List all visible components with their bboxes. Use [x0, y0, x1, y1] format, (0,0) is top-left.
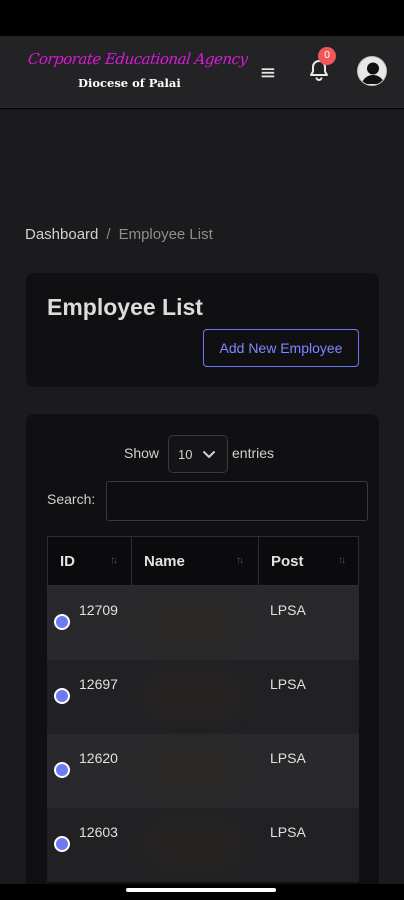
cell-name-redacted [143, 596, 243, 648]
status-bar [0, 0, 404, 36]
cell-id: 12709 [79, 602, 118, 618]
cell-post: LPSA [270, 824, 306, 840]
home-gesture-bar[interactable] [126, 888, 276, 892]
employee-table-card: Show 10 entries Search: ID ↑↓ Name ↑↓ Po… [26, 414, 379, 884]
add-new-employee-button[interactable]: Add New Employee [203, 329, 359, 367]
agency-logo[interactable]: Corporate Educational Agency Diocese of … [27, 48, 248, 94]
logo-title: Corporate Educational Agency [27, 50, 249, 68]
expand-row-icon[interactable] [54, 762, 70, 778]
sort-icon: ↑↓ [338, 555, 346, 566]
search-label: Search: [47, 491, 96, 507]
column-header-post[interactable]: Post ↑↓ [259, 537, 358, 585]
cell-post: LPSA [270, 676, 306, 692]
table-row[interactable]: 12603 LPSA [47, 808, 359, 882]
table-row[interactable]: 12620 LPSA [47, 734, 359, 808]
expand-row-icon[interactable] [54, 614, 70, 630]
table-header: ID ↑↓ Name ↑↓ Post ↑↓ [47, 536, 359, 586]
page-length-value: 10 [178, 447, 193, 462]
breadcrumb-separator: / [106, 226, 111, 243]
entries-label: entries [232, 445, 275, 461]
user-avatar-icon[interactable] [357, 56, 387, 86]
column-header-name[interactable]: Name ↑↓ [132, 537, 259, 585]
cell-post: LPSA [270, 750, 306, 766]
cell-name-redacted [143, 670, 243, 722]
breadcrumb-current: Employee List [118, 226, 213, 243]
table-row[interactable]: 12697 LPSA [47, 660, 359, 734]
menu-icon[interactable]: ≡ [258, 62, 278, 82]
page-length-select[interactable]: 10 [168, 435, 228, 473]
page-title: Employee List [47, 294, 203, 320]
title-card: Employee List Add New Employee [26, 273, 379, 387]
cell-name-redacted [143, 744, 243, 796]
table-row[interactable]: 12709 LPSA [47, 586, 359, 660]
system-nav-bar [0, 884, 404, 900]
cell-name-redacted [143, 818, 243, 870]
expand-row-icon[interactable] [54, 836, 70, 852]
cell-id: 12697 [79, 676, 118, 692]
show-label: Show [124, 445, 160, 461]
sort-icon: ↑↓ [236, 555, 244, 566]
app-header: Corporate Educational Agency Diocese of … [0, 36, 404, 108]
breadcrumb-dashboard-link[interactable]: Dashboard [25, 226, 98, 243]
column-header-id[interactable]: ID ↑↓ [48, 537, 132, 585]
cell-post: LPSA [270, 602, 306, 618]
cell-id: 12603 [79, 824, 118, 840]
expand-row-icon[interactable] [54, 688, 70, 704]
cell-id: 12620 [79, 750, 118, 766]
notification-badge: 0 [318, 47, 336, 65]
breadcrumb: Dashboard / Employee List [25, 226, 213, 243]
chevron-down-icon [203, 451, 215, 458]
search-input[interactable] [106, 481, 368, 521]
sort-icon: ↑↓ [110, 555, 118, 566]
logo-subtitle: Diocese of Palai [78, 76, 181, 90]
